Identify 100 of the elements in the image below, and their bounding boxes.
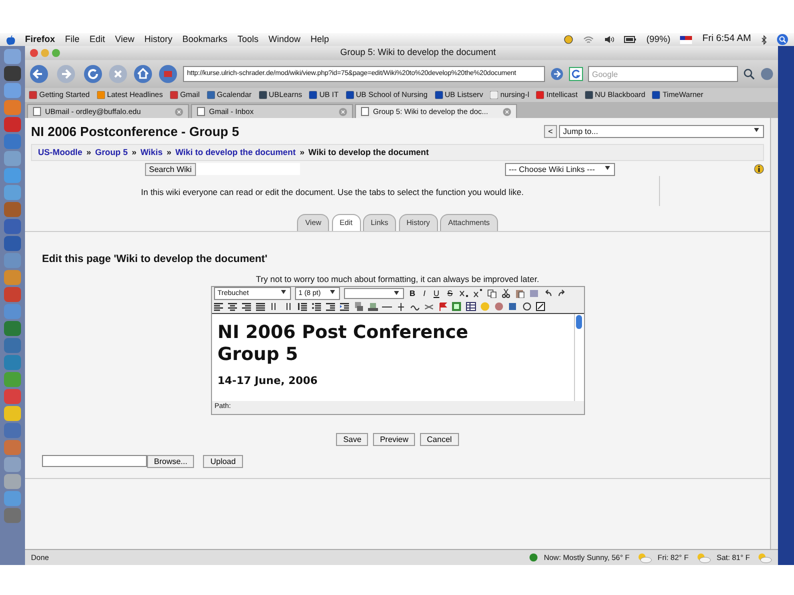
close-icon[interactable]: [175, 108, 183, 116]
clock[interactable]: Fri 6:54 AM: [702, 32, 751, 47]
previous-button[interactable]: <: [544, 125, 557, 138]
breadcrumb-link[interactable]: Wikis: [140, 146, 163, 158]
sun-cloud-icon: [636, 552, 652, 562]
flag-icon[interactable]: [438, 302, 448, 311]
battery-icon: [624, 36, 636, 43]
favicon: [258, 91, 267, 99]
home-icon[interactable]: [133, 64, 153, 84]
menu-item[interactable]: View: [115, 32, 134, 46]
file-field[interactable]: [42, 455, 147, 467]
dropdown-icon: [280, 288, 286, 295]
justify-icon[interactable]: [256, 302, 266, 311]
app-icon[interactable]: [4, 406, 21, 421]
form-button[interactable]: Preview: [372, 432, 416, 446]
status-icon: [528, 553, 538, 562]
image-icon[interactable]: [452, 302, 462, 311]
sun-cloud-icon: [756, 552, 772, 562]
search-wiki-button[interactable]: Search Wiki: [145, 162, 196, 176]
scroll-thumb[interactable]: [575, 314, 583, 330]
page-icon: [33, 107, 41, 116]
breadcrumb-link[interactable]: Group 5: [95, 146, 128, 158]
copy-icon[interactable]: [486, 289, 497, 298]
course-title: NI 2006 Postconference - Group 5: [31, 123, 240, 141]
menu-item[interactable]: Window: [268, 32, 300, 46]
wifi-icon[interactable]: [583, 35, 594, 44]
align-left-icon[interactable]: [214, 302, 224, 311]
browse-button[interactable]: Browse...: [147, 454, 194, 468]
window-title: Group 5: Wiki to develop the document: [339, 46, 497, 60]
scrollbar[interactable]: [770, 118, 778, 549]
format-button[interactable]: S: [445, 288, 455, 300]
volume-icon[interactable]: [604, 35, 614, 44]
undo-icon[interactable]: [542, 289, 553, 298]
stop-icon[interactable]: [108, 64, 128, 84]
menu-item[interactable]: Bookmarks: [182, 32, 228, 46]
menu-item[interactable]: Tools: [237, 32, 258, 46]
flag-icon[interactable]: [680, 36, 692, 44]
outdent-icon[interactable]: [326, 302, 336, 311]
breadcrumb-separator: »: [132, 146, 136, 158]
align-right-icon[interactable]: [242, 302, 252, 311]
redo-icon[interactable]: [556, 289, 567, 298]
subscript-icon[interactable]: [458, 289, 469, 298]
dropdown-icon: [328, 288, 336, 295]
bluetooth-icon[interactable]: [761, 34, 767, 44]
close-icon[interactable]: [503, 108, 511, 116]
format-button[interactable]: B: [408, 288, 418, 300]
zoom-button[interactable]: [52, 49, 60, 57]
breadcrumb-separator: »: [86, 146, 92, 158]
breadcrumb-link[interactable]: Wiki to develop the document: [175, 146, 296, 158]
numbered-list-icon[interactable]: [298, 302, 308, 311]
fullscreen-icon[interactable]: [536, 302, 546, 311]
dropdown-icon: [604, 164, 611, 171]
form-button[interactable]: Save: [336, 432, 368, 446]
document-heading: NI 2006 Post Conference Group 5: [218, 322, 470, 366]
menu-item[interactable]: History: [144, 32, 172, 46]
apple-icon[interactable]: [6, 34, 15, 44]
menu-item[interactable]: Firefox: [25, 32, 56, 46]
app-icon[interactable]: [4, 66, 21, 81]
reload-icon[interactable]: [83, 64, 103, 84]
breadcrumb-separator: »: [166, 146, 172, 158]
jump-select[interactable]: Jump to...: [559, 125, 764, 138]
search-icon[interactable]: [743, 68, 755, 80]
breadcrumb-link[interactable]: US-Moodle: [38, 146, 82, 158]
wiki-links-select[interactable]: --- Choose Wiki Links ---: [504, 162, 615, 176]
circle-icon[interactable]: [522, 302, 532, 311]
search-wiki-field[interactable]: [196, 163, 300, 176]
cut-icon[interactable]: [500, 289, 511, 298]
document-date: 14-17 June, 2006: [218, 374, 319, 390]
search-field[interactable]: Google: [588, 66, 738, 82]
menu-item[interactable]: File: [65, 32, 80, 46]
forward-icon[interactable]: [56, 64, 78, 84]
bookmark-icon[interactable]: [158, 64, 178, 84]
align-center-icon[interactable]: [228, 302, 238, 311]
format-button[interactable]: I: [421, 288, 428, 300]
paste-icon[interactable]: [514, 289, 525, 298]
favicon: [346, 91, 354, 99]
search-engine-icon[interactable]: [569, 67, 583, 81]
breadcrumb-current: Wiki to develop the document: [308, 146, 429, 158]
status-icon[interactable]: [564, 35, 574, 44]
favicon: [96, 91, 105, 99]
search-icon[interactable]: [777, 34, 788, 45]
battery-percentage: (99%): [646, 32, 670, 46]
superscript-icon[interactable]: [472, 289, 483, 298]
favicon: [584, 91, 593, 99]
close-icon[interactable]: [339, 108, 347, 116]
menu-item[interactable]: Help: [310, 32, 329, 46]
upload-button[interactable]: Upload: [203, 454, 243, 468]
close-button[interactable]: [30, 49, 38, 57]
format-button[interactable]: U: [432, 288, 442, 300]
bulleted-list-icon[interactable]: [312, 302, 322, 311]
help-icon[interactable]: [754, 164, 764, 174]
back-icon[interactable]: [29, 64, 51, 84]
favicon: [490, 91, 498, 99]
form-button[interactable]: Cancel: [420, 432, 459, 446]
indent-icon[interactable]: [340, 302, 350, 311]
intro-text: In this wiki everyone can read or edit the document. Use the tabs to select the function you would like.: [140, 186, 525, 199]
menu-item[interactable]: Edit: [90, 32, 106, 46]
table-icon[interactable]: [466, 302, 476, 311]
editor-scrollbar[interactable]: [574, 314, 584, 401]
go-icon[interactable]: [550, 67, 564, 81]
